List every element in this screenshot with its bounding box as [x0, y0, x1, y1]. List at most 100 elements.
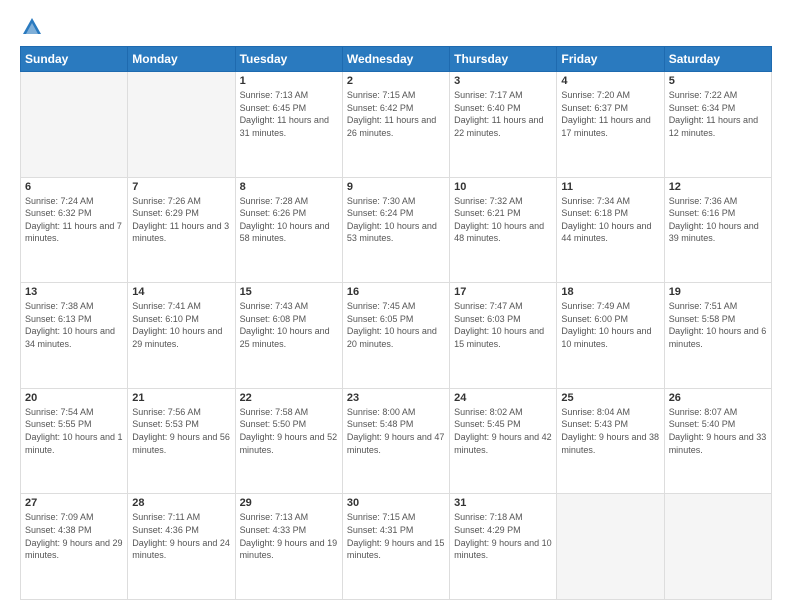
col-thursday: Thursday — [450, 47, 557, 72]
header — [20, 16, 772, 36]
day-number: 22 — [240, 392, 338, 404]
logo — [20, 16, 44, 36]
calendar-cell: 30 Sunrise: 7:15 AM Sunset: 4:31 PM Dayli… — [342, 494, 449, 600]
day-number: 27 — [25, 497, 123, 509]
day-info: Sunrise: 7:45 AM Sunset: 6:05 PM Dayligh… — [347, 300, 445, 350]
day-info: Sunrise: 7:09 AM Sunset: 4:38 PM Dayligh… — [25, 511, 123, 561]
day-number: 16 — [347, 286, 445, 298]
day-info: Sunrise: 7:34 AM Sunset: 6:18 PM Dayligh… — [561, 195, 659, 245]
calendar-cell: 6 Sunrise: 7:24 AM Sunset: 6:32 PM Daylig… — [21, 177, 128, 283]
day-info: Sunrise: 7:47 AM Sunset: 6:03 PM Dayligh… — [454, 300, 552, 350]
day-info: Sunrise: 7:30 AM Sunset: 6:24 PM Dayligh… — [347, 195, 445, 245]
day-number: 15 — [240, 286, 338, 298]
day-info: Sunrise: 8:00 AM Sunset: 5:48 PM Dayligh… — [347, 406, 445, 456]
calendar-cell: 20Sunrise: 7:54 AM Sunset: 5:55 PM Dayli… — [21, 388, 128, 494]
day-number: 7 — [132, 181, 230, 193]
calendar-week-row: 27 Sunrise: 7:09 AM Sunset: 4:38 PM Dayli… — [21, 494, 772, 600]
day-number: 9 — [347, 181, 445, 193]
col-sunday: Sunday — [21, 47, 128, 72]
day-number: 28 — [132, 497, 230, 509]
col-tuesday: Tuesday — [235, 47, 342, 72]
day-number: 26 — [669, 392, 767, 404]
day-info: Sunrise: 7:38 AM Sunset: 6:13 PM Dayligh… — [25, 300, 123, 350]
calendar-cell: 9 Sunrise: 7:30 AM Sunset: 6:24 PM Daylig… — [342, 177, 449, 283]
calendar-cell: 25 Sunrise: 8:04 AM Sunset: 5:43 PM Dayli… — [557, 388, 664, 494]
calendar-cell — [557, 494, 664, 600]
calendar-cell — [128, 72, 235, 178]
day-number: 30 — [347, 497, 445, 509]
day-number: 2 — [347, 75, 445, 87]
day-info: Sunrise: 7:26 AM Sunset: 6:29 PM Dayligh… — [132, 195, 230, 245]
calendar-week-row: 13 Sunrise: 7:38 AM Sunset: 6:13 PM Dayli… — [21, 283, 772, 389]
calendar-cell: 10 Sunrise: 7:32 AM Sunset: 6:21 PM Dayli… — [450, 177, 557, 283]
calendar-cell: 24 Sunrise: 8:02 AM Sunset: 5:45 PM Dayli… — [450, 388, 557, 494]
day-info: Sunrise: 8:04 AM Sunset: 5:43 PM Dayligh… — [561, 406, 659, 456]
calendar-table: Sunday Monday Tuesday Wednesday Thursday… — [20, 46, 772, 600]
day-number: 1 — [240, 75, 338, 87]
day-info: Sunrise: 8:02 AM Sunset: 5:45 PM Dayligh… — [454, 406, 552, 456]
day-number: 24 — [454, 392, 552, 404]
calendar-cell: 11Sunrise: 7:34 AM Sunset: 6:18 PM Dayli… — [557, 177, 664, 283]
calendar-cell: 17 Sunrise: 7:47 AM Sunset: 6:03 PM Dayli… — [450, 283, 557, 389]
calendar-cell: 28 Sunrise: 7:11 AM Sunset: 4:36 PM Dayli… — [128, 494, 235, 600]
calendar-cell: 7 Sunrise: 7:26 AM Sunset: 6:29 PM Daylig… — [128, 177, 235, 283]
day-number: 23 — [347, 392, 445, 404]
calendar-cell: 8 Sunrise: 7:28 AM Sunset: 6:26 PM Daylig… — [235, 177, 342, 283]
day-number: 31 — [454, 497, 552, 509]
calendar-cell: 4 Sunrise: 7:20 AM Sunset: 6:37 PM Daylig… — [557, 72, 664, 178]
calendar-cell: 31 Sunrise: 7:18 AM Sunset: 4:29 PM Dayli… — [450, 494, 557, 600]
day-info: Sunrise: 7:15 AM Sunset: 4:31 PM Dayligh… — [347, 511, 445, 561]
day-info: Sunrise: 7:11 AM Sunset: 4:36 PM Dayligh… — [132, 511, 230, 561]
calendar-cell: 19Sunrise: 7:51 AM Sunset: 5:58 PM Dayli… — [664, 283, 771, 389]
calendar-cell: 3Sunrise: 7:17 AM Sunset: 6:40 PM Daylig… — [450, 72, 557, 178]
day-number: 13 — [25, 286, 123, 298]
day-number: 29 — [240, 497, 338, 509]
calendar-cell: 29 Sunrise: 7:13 AM Sunset: 4:33 PM Dayli… — [235, 494, 342, 600]
calendar-cell: 27 Sunrise: 7:09 AM Sunset: 4:38 PM Dayli… — [21, 494, 128, 600]
day-number: 21 — [132, 392, 230, 404]
col-monday: Monday — [128, 47, 235, 72]
logo-icon — [21, 16, 43, 38]
day-info: Sunrise: 7:54 AM Sunset: 5:55 PM Dayligh… — [25, 406, 123, 456]
page: Sunday Monday Tuesday Wednesday Thursday… — [0, 0, 792, 612]
day-number: 12 — [669, 181, 767, 193]
calendar-week-row: 6 Sunrise: 7:24 AM Sunset: 6:32 PM Daylig… — [21, 177, 772, 283]
day-info: Sunrise: 7:43 AM Sunset: 6:08 PM Dayligh… — [240, 300, 338, 350]
day-number: 8 — [240, 181, 338, 193]
calendar-cell: 22 Sunrise: 7:58 AM Sunset: 5:50 PM Dayli… — [235, 388, 342, 494]
col-saturday: Saturday — [664, 47, 771, 72]
calendar-week-row: 1 Sunrise: 7:13 AM Sunset: 6:45 PM Daylig… — [21, 72, 772, 178]
day-info: Sunrise: 7:15 AM Sunset: 6:42 PM Dayligh… — [347, 89, 445, 139]
day-info: Sunrise: 7:13 AM Sunset: 6:45 PM Dayligh… — [240, 89, 338, 139]
day-number: 4 — [561, 75, 659, 87]
calendar-cell: 21 Sunrise: 7:56 AM Sunset: 5:53 PM Dayli… — [128, 388, 235, 494]
day-info: Sunrise: 7:22 AM Sunset: 6:34 PM Dayligh… — [669, 89, 767, 139]
day-info: Sunrise: 7:56 AM Sunset: 5:53 PM Dayligh… — [132, 406, 230, 456]
day-info: Sunrise: 7:17 AM Sunset: 6:40 PM Dayligh… — [454, 89, 552, 139]
day-number: 17 — [454, 286, 552, 298]
day-info: Sunrise: 7:36 AM Sunset: 6:16 PM Dayligh… — [669, 195, 767, 245]
day-number: 6 — [25, 181, 123, 193]
col-friday: Friday — [557, 47, 664, 72]
day-info: Sunrise: 7:13 AM Sunset: 4:33 PM Dayligh… — [240, 511, 338, 561]
day-number: 19 — [669, 286, 767, 298]
calendar-cell: 13 Sunrise: 7:38 AM Sunset: 6:13 PM Dayli… — [21, 283, 128, 389]
day-info: Sunrise: 7:18 AM Sunset: 4:29 PM Dayligh… — [454, 511, 552, 561]
day-number: 10 — [454, 181, 552, 193]
day-number: 14 — [132, 286, 230, 298]
day-info: Sunrise: 7:58 AM Sunset: 5:50 PM Dayligh… — [240, 406, 338, 456]
calendar-week-row: 20Sunrise: 7:54 AM Sunset: 5:55 PM Dayli… — [21, 388, 772, 494]
calendar-cell: 18Sunrise: 7:49 AM Sunset: 6:00 PM Dayli… — [557, 283, 664, 389]
day-info: Sunrise: 7:32 AM Sunset: 6:21 PM Dayligh… — [454, 195, 552, 245]
day-info: Sunrise: 7:20 AM Sunset: 6:37 PM Dayligh… — [561, 89, 659, 139]
calendar-cell: 2 Sunrise: 7:15 AM Sunset: 6:42 PM Daylig… — [342, 72, 449, 178]
calendar-cell: 15 Sunrise: 7:43 AM Sunset: 6:08 PM Dayli… — [235, 283, 342, 389]
col-wednesday: Wednesday — [342, 47, 449, 72]
day-info: Sunrise: 7:28 AM Sunset: 6:26 PM Dayligh… — [240, 195, 338, 245]
calendar-cell: 16 Sunrise: 7:45 AM Sunset: 6:05 PM Dayli… — [342, 283, 449, 389]
calendar-cell: 1 Sunrise: 7:13 AM Sunset: 6:45 PM Daylig… — [235, 72, 342, 178]
day-info: Sunrise: 7:24 AM Sunset: 6:32 PM Dayligh… — [25, 195, 123, 245]
calendar-cell: 12 Sunrise: 7:36 AM Sunset: 6:16 PM Dayli… — [664, 177, 771, 283]
day-number: 18 — [561, 286, 659, 298]
day-number: 25 — [561, 392, 659, 404]
